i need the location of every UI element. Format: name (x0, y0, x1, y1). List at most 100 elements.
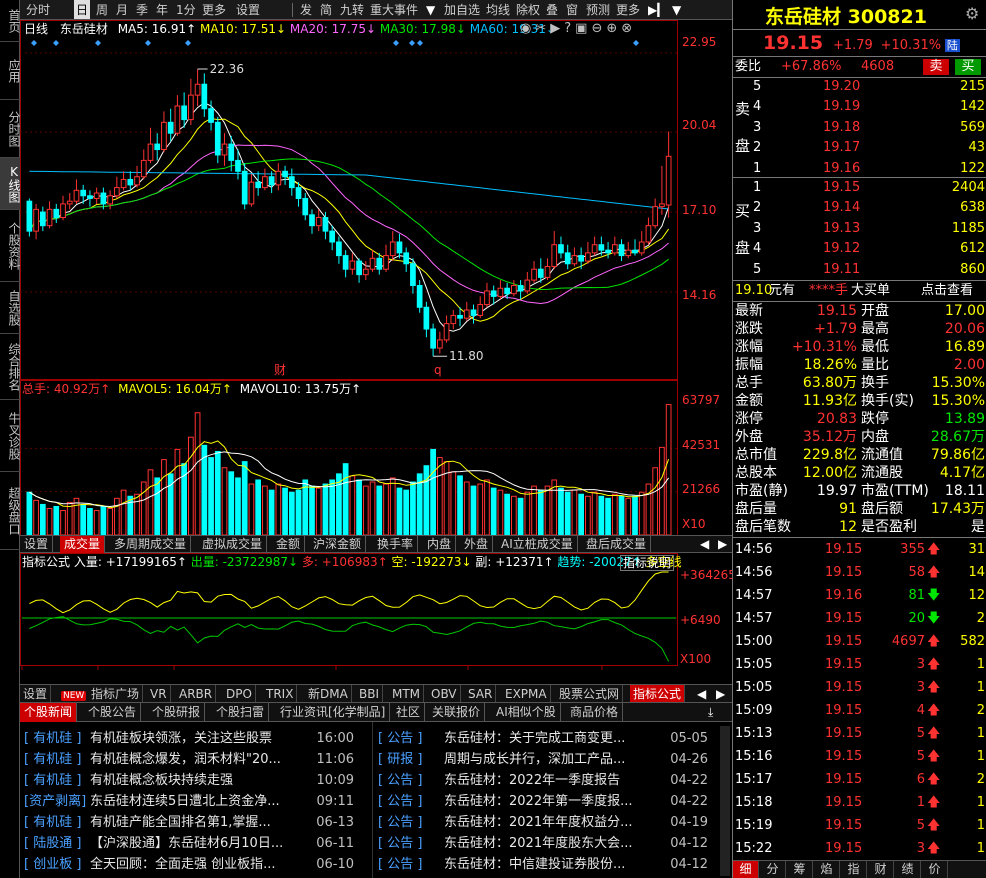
news-scrollbar[interactable] (720, 726, 730, 876)
news-item[interactable]: [ 公告 ] 东岳硅材：2021年年度权益分... 04-19 (378, 812, 718, 833)
chevron-down-icon[interactable]: ▼ (670, 0, 683, 19)
news-tab-announcements[interactable]: 个股公告 (84, 703, 142, 722)
chevron-down-icon[interactable]: ▼ (424, 0, 437, 19)
toolbar-quarterly[interactable]: 季 (134, 0, 150, 19)
order-book-row[interactable]: 1 19.15 2404 (733, 178, 986, 198)
news-item[interactable]: [ 公告 ] 东岳硅材：中信建投证券股份... 04-12 (378, 854, 718, 875)
event-diamond-marker[interactable] (185, 40, 191, 46)
chart-canvas[interactable]: 22.36 11.80 财 q 01 02 03 04 05 06 (20, 20, 732, 670)
ind-tab-multi-period[interactable]: 多周期成交量 (110, 536, 192, 553)
toolbar-ma[interactable]: 均线 (484, 0, 512, 19)
toolbar-exright[interactable]: 除权 (514, 0, 542, 19)
event-diamond-marker[interactable] (417, 40, 423, 46)
toolbar-yearly[interactable]: 年 (154, 0, 170, 19)
order-book-row[interactable]: 2 19.14 638 (733, 198, 986, 218)
toolbar-simple[interactable]: 简 (318, 0, 334, 19)
event-diamond-marker[interactable] (31, 40, 37, 46)
nav-kline[interactable]: K线图 (0, 158, 21, 210)
next-icon[interactable]: ▶ (714, 536, 731, 553)
lock-icon[interactable]: ▣ (575, 21, 591, 36)
ind-tab-turnover[interactable]: 换手率 (373, 536, 419, 553)
ind-tab-inner[interactable]: 内盘 (423, 536, 457, 553)
prev-icon[interactable]: ▶▎ (646, 0, 668, 19)
toolbar-overlay[interactable]: 叠 (544, 0, 560, 19)
toolbar-weekly[interactable]: 周 (94, 0, 110, 19)
buy-button[interactable]: 买 (955, 59, 981, 75)
formula-tab-dpo[interactable]: DPO (223, 685, 256, 703)
download-icon[interactable]: ⤓ (704, 703, 717, 722)
ind-tab-ai-volume[interactable]: AI立桩成交量 (497, 536, 578, 553)
ind-tab-outer[interactable]: 外盘 (460, 536, 494, 553)
news-tab-community[interactable]: 社区 (392, 703, 426, 722)
order-book-row[interactable]: 5 19.11 860 (733, 260, 986, 280)
formula-tab-vr[interactable]: VR (147, 685, 171, 703)
order-book-row[interactable]: 4 19.19 142 (733, 97, 986, 117)
toolbar-major-events[interactable]: 重大事件 (368, 0, 420, 19)
event-diamond-marker[interactable] (145, 40, 151, 46)
order-book-row[interactable]: 1 19.16 122 (733, 159, 986, 179)
order-book-row[interactable]: 5 19.20 215 (733, 77, 986, 97)
quote-tab[interactable]: 细 (733, 861, 759, 878)
ind-tab-amount[interactable]: 金额 (272, 536, 306, 553)
formula-tab-expma[interactable]: EXPMA (502, 685, 551, 703)
event-diamond-marker[interactable] (409, 40, 415, 46)
nav-stock-info[interactable]: 个股资料 (0, 210, 21, 282)
order-book-row[interactable]: 4 19.12 612 (733, 239, 986, 259)
nav-watchlist[interactable]: 自选股 (0, 282, 21, 334)
formula-tab-obv[interactable]: OBV (428, 685, 461, 703)
formula-tab-bbi[interactable]: BBI (356, 685, 384, 703)
sell-button[interactable]: 卖 (923, 59, 949, 75)
minus-icon[interactable]: ⊖ (591, 21, 606, 36)
toolbar-send[interactable]: 发 (298, 0, 314, 19)
news-tab-related-quotes[interactable]: 关联报价 (428, 703, 486, 722)
quote-tab[interactable]: 价 (922, 861, 948, 878)
toolbar-forecast[interactable]: 预测 (584, 0, 612, 19)
toolbar-settings[interactable]: 设置 (234, 0, 262, 19)
financial-event-marker[interactable]: 财 (274, 363, 286, 377)
toolbar-more[interactable]: 更多 (200, 0, 228, 19)
news-item[interactable]: [ 研报 ] 周期与成长并行，深加工产品... 04-26 (378, 749, 718, 770)
formula-tab-site[interactable]: 股票公式网 (556, 685, 624, 703)
event-diamond-marker[interactable] (95, 40, 101, 46)
news-item[interactable]: [ 有机硅 ] 有机硅产能全国排名第1,掌握... 06-13 (24, 812, 364, 833)
news-item[interactable]: [ 公告 ] 东岳硅材：2022年第一季度报... 04-22 (378, 791, 718, 812)
formula-tab-settings[interactable]: 设置 (20, 685, 52, 703)
news-item[interactable]: [ 陆股通 ] 【沪深股通】东岳硅材6月10日... 06-11 (24, 833, 364, 854)
toolbar-timeshare[interactable]: 分时 (24, 0, 52, 19)
news-item[interactable]: [ 公告 ] 东岳硅材：2022年一季度报告 04-22 (378, 770, 718, 791)
circle-play-icon[interactable]: ▶ (550, 21, 564, 36)
formula-tab-square[interactable]: 指标广场 (88, 685, 144, 703)
news-item[interactable]: [ 创业板 ] 全天回顾：全面走强 创业板指... 06-10 (24, 854, 364, 875)
quote-tab[interactable]: 焰 (814, 861, 840, 878)
formula-tab-arbr[interactable]: ARBR (176, 685, 217, 703)
quote-tab[interactable]: 分 (760, 861, 786, 878)
toolbar-more-2[interactable]: 更多 (614, 0, 642, 19)
close-icon[interactable]: ⊗ (621, 21, 636, 36)
news-tab-industry[interactable]: 行业资讯[化学制品] (276, 703, 391, 722)
scissors-icon[interactable]: ✂ (535, 21, 550, 36)
formula-tab-formula[interactable]: 指标公式 (630, 685, 686, 703)
gear-icon[interactable]: ⚙ (965, 4, 979, 23)
news-tab-stock-news[interactable]: 个股新闻 (20, 703, 78, 722)
quarter-event-marker[interactable]: q (434, 363, 442, 377)
news-item[interactable]: [ 有机硅 ] 有机硅概念爆发，润禾材料"20... 11:06 (24, 749, 364, 770)
event-diamond-marker[interactable] (633, 40, 639, 46)
indicator-help-button[interactable]: 指标说明 (620, 555, 675, 571)
toolbar-daily[interactable]: 日 (74, 0, 91, 19)
order-book-row[interactable]: 2 19.17 43 (733, 138, 986, 158)
formula-tab-sar[interactable]: SAR (465, 685, 497, 703)
plus-icon[interactable]: ⊕ (606, 21, 621, 36)
news-item[interactable]: [资产剥离] 东岳硅材连续5日遭北上资金净... 09:11 (24, 791, 364, 812)
order-book-row[interactable]: 3 19.18 569 (733, 118, 986, 138)
formula-tab-trix[interactable]: TRIX (263, 685, 298, 703)
ind-tab-hs-amount[interactable]: 沪深金额 (309, 536, 367, 553)
toolbar-1min[interactable]: 1分 (174, 0, 198, 19)
quote-tab[interactable]: 财 (868, 861, 894, 878)
formula-tab-mtm[interactable]: MTM (389, 685, 425, 703)
news-item[interactable]: [ 有机硅 ] 有机硅板块领涨，关注这些股票 16:00 (24, 728, 364, 749)
toolbar-window[interactable]: 窗 (564, 0, 580, 19)
event-diamond-marker[interactable] (393, 40, 399, 46)
toolbar-add-watch[interactable]: 加自选 (442, 0, 482, 19)
nav-ranking[interactable]: 综合排名 (0, 334, 21, 400)
prev-icon[interactable]: ◀ (696, 536, 713, 553)
